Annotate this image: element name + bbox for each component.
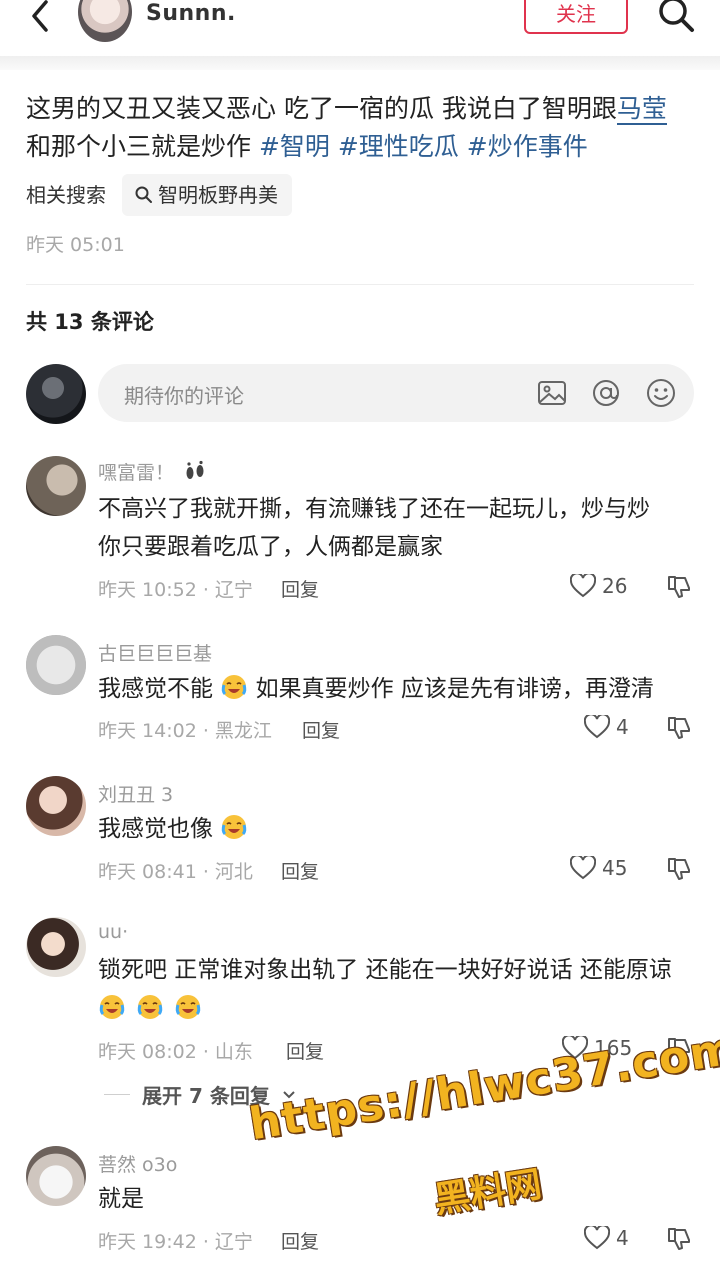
follow-button[interactable]: 关注 [524, 0, 628, 34]
comment-username[interactable]: 刘丑丑 3 [98, 780, 173, 807]
comment-line: 我感觉不能 [98, 676, 213, 702]
emoji-icon[interactable] [645, 377, 677, 409]
comment-text: 不高兴了我就开撕，有流赚钱了还在一起玩儿，炒与炒 你只要跟着吃瓜了，人俩都是赢家 [98, 490, 698, 566]
post-body: 这男的又丑又装又恶心 吃了一宿的瓜 我说白了智明跟马莹 和那个小三就是炒作 #智… [26, 90, 696, 166]
comment-username[interactable]: uu· [98, 921, 128, 943]
back-arrow-icon[interactable] [22, 0, 58, 36]
comment-input-placeholder: 期待你的评论 [124, 384, 244, 408]
comment-text: 锁死吧 正常谁对象出轨了 还能在一块好好说话 还能原谅 [98, 951, 698, 1033]
like-button[interactable]: 45 [570, 856, 627, 880]
heart-icon [584, 1226, 610, 1250]
dislike-icon[interactable] [666, 1226, 692, 1252]
comment-text: 我感觉不能 如果真要炒作 应该是先有诽谤，再澄清 [98, 670, 698, 708]
expand-divider [104, 1094, 130, 1095]
crying-laughing-emoji-icon [222, 815, 247, 839]
reply-button[interactable]: 回复 [302, 716, 340, 743]
commenter-avatar[interactable] [26, 776, 86, 836]
like-count: 45 [602, 856, 628, 880]
comment-meta: 昨天 08:41 · 河北 [98, 861, 253, 883]
top-bar: Sunnn. 关注 [0, 0, 720, 56]
my-avatar [26, 364, 86, 424]
comment-line: 我感觉也像 [98, 816, 213, 842]
like-count: 26 [602, 574, 628, 598]
comment-meta: 昨天 08:02 · 山东 [98, 1041, 253, 1063]
search-icon [135, 186, 152, 203]
like-button[interactable]: 26 [570, 574, 627, 598]
search-icon[interactable] [656, 0, 696, 36]
comment-user[interactable]: 嘿富雷！ [98, 458, 208, 485]
comment-line: 如果真要炒作 应该是先有诽谤，再澄清 [255, 676, 654, 702]
commenter-avatar[interactable] [26, 917, 86, 977]
dislike-icon[interactable] [666, 574, 692, 600]
crying-laughing-emoji-icon [175, 995, 201, 1019]
post-text-line2: 和那个小三就是炒作 [26, 132, 259, 161]
heart-icon [570, 574, 596, 598]
comment-line: 锁死吧 正常谁对象出轨了 还能在一块好好说话 还能原谅 [98, 957, 672, 983]
post-timestamp: 昨天 05:01 [26, 234, 125, 256]
comment-meta: 昨天 19:42 · 辽宁 [98, 1231, 253, 1253]
comment-meta: 昨天 14:02 · 黑龙江 [98, 720, 272, 742]
reply-button[interactable]: 回复 [286, 1037, 324, 1064]
comment-username: 嘿富雷！ [98, 462, 175, 484]
related-search-query: 智明板野冉美 [158, 183, 278, 207]
comment-input[interactable]: 期待你的评论 [98, 364, 694, 422]
image-icon[interactable] [536, 377, 568, 409]
comment-username[interactable]: 菩然 o3o [98, 1150, 177, 1177]
commenter-avatar[interactable] [26, 635, 86, 695]
comment-meta: 昨天 10:52 · 辽宁 [98, 579, 253, 601]
dislike-icon[interactable] [666, 856, 692, 882]
comment-text: 我感觉也像 [98, 810, 698, 848]
reply-button[interactable]: 回复 [281, 857, 319, 884]
like-count: 4 [616, 715, 629, 739]
like-count: 4 [616, 1226, 629, 1250]
like-button[interactable]: 4 [584, 1226, 629, 1250]
commenter-avatar[interactable] [26, 456, 86, 516]
comment-line: 你只要跟着吃瓜了，人俩都是赢家 [98, 534, 443, 560]
comment-count: 共 13 条评论 [26, 310, 154, 334]
related-search-label: 相关搜索 [26, 183, 106, 207]
author-avatar[interactable] [78, 0, 132, 42]
hashtag[interactable]: #炒作事件 [467, 132, 588, 161]
hashtag[interactable]: #智明 [259, 132, 330, 161]
like-button[interactable]: 4 [584, 715, 629, 739]
comment-username[interactable]: 古巨巨巨巨基 [98, 639, 212, 666]
commenter-avatar[interactable] [26, 1146, 86, 1206]
crying-laughing-emoji-icon [222, 675, 247, 699]
divider [26, 284, 694, 285]
reply-button[interactable]: 回复 [281, 1227, 319, 1254]
reply-button[interactable]: 回复 [281, 575, 319, 602]
related-search-chip[interactable]: 智明板野冉美 [122, 174, 292, 216]
dislike-icon[interactable] [666, 715, 692, 741]
post-link-mention[interactable]: 马莹 [616, 94, 667, 125]
footprints-icon [186, 460, 204, 479]
author-name[interactable]: Sunnn. [146, 0, 236, 28]
comment-line: 不高兴了我就开撕，有流赚钱了还在一起玩儿，炒与炒 [98, 496, 650, 522]
crying-laughing-emoji-icon [99, 995, 125, 1019]
comment-text: 就是 [98, 1186, 144, 1212]
header-divider [0, 56, 720, 70]
heart-icon [570, 856, 596, 880]
crying-laughing-emoji-icon [137, 995, 163, 1019]
emoji-row [98, 993, 202, 1021]
hashtag[interactable]: #理性吃瓜 [338, 132, 459, 161]
heart-icon [584, 715, 610, 739]
post-text: 这男的又丑又装又恶心 吃了一宿的瓜 我说白了智明跟 [26, 94, 617, 123]
at-icon[interactable] [590, 377, 622, 409]
